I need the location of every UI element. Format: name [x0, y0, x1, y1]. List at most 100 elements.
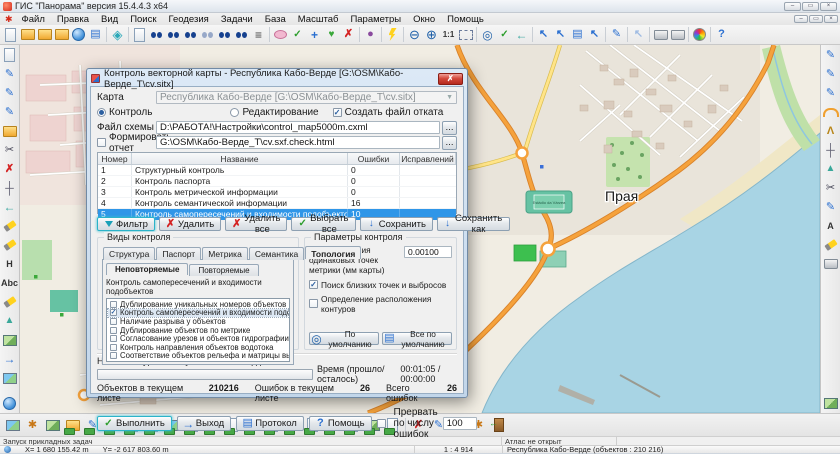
filter-button[interactable]: Фильтр	[97, 217, 155, 231]
execute-button[interactable]: Выполнить	[97, 416, 172, 431]
threshold-input[interactable]	[404, 246, 452, 258]
col-name[interactable]: Название	[132, 153, 348, 164]
control-checklist[interactable]: Дублирование уникальных номеров объектов…	[106, 298, 290, 362]
contours-checkbox[interactable]	[309, 299, 318, 308]
edit-radio[interactable]	[230, 108, 239, 117]
menu-view[interactable]: Вид	[95, 14, 124, 25]
legend-icon[interactable]	[822, 394, 840, 412]
delete-all-button[interactable]: Удалить все	[225, 217, 287, 231]
menu-file[interactable]: Файл	[16, 14, 51, 25]
node-edit-icon[interactable]	[822, 141, 840, 159]
edit-pencil-query-icon[interactable]	[1, 103, 19, 121]
delete-x-icon[interactable]	[1, 160, 19, 178]
menu-help[interactable]: Помощь	[441, 14, 490, 25]
col-number[interactable]: Номер	[98, 153, 132, 164]
undo-icon[interactable]	[513, 26, 530, 43]
menu-database[interactable]: База	[259, 14, 292, 25]
menu-edit[interactable]: Правка	[51, 14, 95, 25]
user-data-icon[interactable]	[131, 26, 148, 43]
objects-list-icon[interactable]	[250, 26, 267, 43]
report-file-input[interactable]	[156, 136, 440, 149]
table-row[interactable]: 1 Структурный контроль 0	[98, 165, 456, 176]
marker-pencil-icon[interactable]	[1, 217, 19, 235]
report-browse-button[interactable]: ...	[442, 136, 457, 150]
menu-options[interactable]: Параметры	[344, 14, 407, 25]
point-edit-icon[interactable]	[822, 46, 840, 64]
blank-sheet-icon[interactable]	[1, 46, 19, 64]
list-item-selected[interactable]: Контроль самопересечений и входимости по…	[108, 309, 288, 318]
selection-ball-icon[interactable]	[362, 26, 379, 43]
save-as-button[interactable]: Сохранить как	[437, 217, 510, 231]
measure-compass-icon[interactable]	[822, 122, 840, 140]
run-task-icon[interactable]	[384, 26, 401, 43]
zoom-out-icon[interactable]	[406, 26, 423, 43]
child-minimize-button[interactable]: –	[794, 15, 808, 23]
item-checkbox[interactable]	[110, 327, 117, 334]
abort-checkbox[interactable]	[377, 419, 386, 428]
maximize-button[interactable]: ▭	[802, 2, 819, 11]
palette-icon[interactable]	[691, 26, 708, 43]
open-globe-icon[interactable]	[70, 26, 87, 43]
network-icon[interactable]	[1, 312, 19, 330]
list-item[interactable]: Наличие разрыва у объектов	[108, 317, 288, 326]
col-fixes[interactable]: Исправлений	[400, 153, 456, 164]
abc-text-icon[interactable]: Abc	[1, 274, 19, 292]
default-button[interactable]: По умолчанию	[309, 332, 379, 345]
tab-passport[interactable]: Паспорт	[156, 247, 201, 260]
map-scale[interactable]: 1 : 4 914	[415, 446, 503, 453]
menu-geodesy[interactable]: Геодезия	[163, 14, 215, 25]
open-folder-icon[interactable]	[36, 26, 53, 43]
delete-button[interactable]: Удалить	[159, 217, 221, 231]
edit-pencil-icon[interactable]	[1, 65, 19, 83]
spline-icon[interactable]	[1, 198, 19, 216]
open-map-icon[interactable]	[19, 26, 36, 43]
child-close-button[interactable]: ×	[824, 15, 838, 23]
list-item[interactable]: Соответствие объектов рельефа и матрицы …	[108, 352, 288, 361]
child-restore-button[interactable]: ▭	[809, 15, 823, 23]
zoom-in-icon[interactable]	[423, 26, 440, 43]
select-ellipse-icon[interactable]	[272, 26, 289, 43]
flashlight-a-icon[interactable]	[1, 236, 19, 254]
item-checkbox[interactable]	[110, 309, 117, 316]
table-row[interactable]: 2 Контроль паспорта 0	[98, 176, 456, 187]
measure-pencil-icon[interactable]	[608, 26, 625, 43]
scheme-browse-button[interactable]: ...	[442, 121, 457, 135]
search-binoculars-icon[interactable]	[148, 26, 165, 43]
layers-icon[interactable]	[109, 26, 126, 43]
map-export-icon[interactable]	[3, 416, 22, 435]
text-edit-icon[interactable]	[822, 198, 840, 216]
exit-door-icon[interactable]	[489, 416, 508, 435]
topology-edit-icon[interactable]	[822, 84, 840, 102]
status-icon[interactable]	[1, 394, 19, 412]
exit-button[interactable]: Выход	[177, 416, 231, 431]
list-item[interactable]: Дублирование уникальных номеров объектов	[108, 300, 288, 309]
print-setup-icon[interactable]	[669, 26, 686, 43]
select-clear-icon[interactable]	[340, 26, 357, 43]
zoom-rect-icon[interactable]	[457, 26, 474, 43]
open-geodata-icon[interactable]	[53, 26, 70, 43]
route-icon[interactable]	[1, 331, 19, 349]
edit-bucket-icon[interactable]	[1, 122, 19, 140]
cut-scissors-icon[interactable]	[1, 141, 19, 159]
star-task-icon[interactable]	[23, 416, 42, 435]
zoom-1-1-icon[interactable]: 1:1	[440, 26, 457, 43]
menu-window[interactable]: Окно	[407, 14, 441, 25]
vector-map-control-dialog[interactable]: Контроль векторной карты - Республика Ка…	[86, 68, 468, 398]
context-help-icon[interactable]	[713, 26, 730, 43]
search-repeat-binoculars-icon[interactable]	[233, 26, 250, 43]
search-inactive-binoculars-icon[interactable]	[199, 26, 216, 43]
map-passport-icon[interactable]	[87, 26, 104, 43]
menu-tasks[interactable]: Задачи	[215, 14, 259, 25]
tab-semantic[interactable]: Семантика	[249, 247, 304, 260]
redo-arrow-icon[interactable]	[1, 350, 19, 368]
search-more-binoculars-icon[interactable]	[182, 26, 199, 43]
dialog-close-icon[interactable]: ✗	[438, 73, 463, 85]
print-map-icon[interactable]	[822, 255, 840, 273]
pointer-object-icon[interactable]	[552, 26, 569, 43]
close-button[interactable]: ×	[820, 2, 837, 11]
scheme-file-input[interactable]	[156, 121, 440, 134]
item-checkbox[interactable]	[110, 344, 117, 351]
pointer-icon[interactable]	[630, 26, 647, 43]
title-bar[interactable]: ГИС "Панорама" версия 15.4.4.3 x64 – ▭ ×	[0, 0, 840, 13]
flashlight-icon[interactable]	[1, 293, 19, 311]
